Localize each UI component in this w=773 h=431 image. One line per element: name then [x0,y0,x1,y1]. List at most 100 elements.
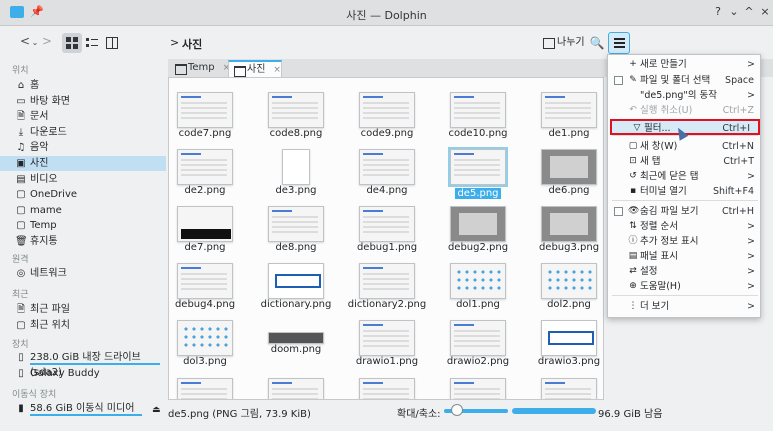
file-item[interactable]: dol1.png [433,263,523,310]
file-item[interactable]: debug2.png [433,206,523,253]
menu-item-12[interactable]: ▤ 패널 표시 > [608,249,762,264]
file-item[interactable]: de8.png [251,206,341,253]
menu-item-10[interactable]: ⇅ 정렬 순서 > [608,219,762,234]
menu-item-label: 새 창(W) [640,141,678,152]
menu-item-8[interactable]: ▪ 터미널 열기 Shift+F4 [608,184,762,199]
menu-item-6[interactable]: ⊡ 새 탭 Ctrl+T [608,154,762,169]
split-button[interactable]: 나누기 [541,34,585,52]
file-item[interactable] [169,378,250,399]
sidebar-item-places-0[interactable]: ⌂ 홈 [0,78,166,93]
menu-item-2[interactable]: "de5.png"의 동작 > [608,88,762,103]
menu-item-5[interactable]: ▢ 새 창(W) Ctrl+N [608,139,762,154]
file-item[interactable]: de1.png [524,92,603,139]
sidebar-item-places-8[interactable]: ▢ mame [0,203,166,218]
sidebar-item-recent-0[interactable]: 🗎 최근 파일 [0,302,166,317]
sidebar-item-removable-0[interactable]: ▮ 58.6 GiB 이동식 미디어 [0,401,166,416]
file-item[interactable]: dictionary2.png [342,263,432,310]
file-thumbnail [450,263,506,299]
file-item[interactable]: de4.png [342,149,432,196]
zoom-label: 확대/축소: [397,409,441,420]
menu-item-15[interactable]: ⋮ 더 보기 > [608,299,762,314]
sidebar-section-recent[interactable]: 최근 [12,287,29,300]
file-item[interactable]: dol2.png [524,263,603,310]
menu-item-13[interactable]: ⇄ 설정 > [608,264,762,279]
sidebar-item-places-9[interactable]: ▢ Temp [0,218,166,233]
sidebar-item-devices-1[interactable]: ▯ Galaxy Buddy [0,366,166,381]
file-name: debug4.png [174,299,236,310]
file-name: debug2.png [447,242,509,253]
file-item[interactable] [342,378,432,399]
file-item[interactable]: code7.png [169,92,250,139]
file-item[interactable]: dol3.png [169,320,250,367]
menu-item-icon: ⊡ [629,156,637,166]
file-item[interactable]: code8.png [251,92,341,139]
sidebar-item-places-7[interactable]: ▢ OneDrive [0,187,166,202]
sidebar-section-devices[interactable]: 장치 [12,337,29,350]
menu-item-9[interactable]: 👁 숨김 파일 보기 Ctrl+H [608,204,762,219]
file-item[interactable]: code9.png [342,92,432,139]
menu-item-3[interactable]: ↶ 실행 취소(U) Ctrl+Z [608,103,762,118]
shade-button[interactable]: ⌄ [726,5,742,18]
file-thumbnail [450,378,506,399]
search-button[interactable]: 🔍 [587,33,607,53]
file-item[interactable] [433,378,523,399]
file-item[interactable]: drawio1.png [342,320,432,367]
menu-item-label: 설정 [640,266,658,277]
sidebar-item-places-3[interactable]: ⤓ 다운로드 [0,125,166,140]
close-button[interactable]: × [757,5,773,18]
breadcrumb-chevron-icon[interactable]: > [170,36,179,49]
icons-view-button[interactable] [62,33,82,53]
tab-photos[interactable]: 사진 × [228,60,282,77]
checkbox-icon[interactable] [614,207,623,216]
file-view[interactable]: code7.png code8.png code9.png code10.png de1… [168,77,604,400]
sidebar-item-remote-0[interactable]: ◎ 네트워크 [0,266,166,281]
menu-item-0[interactable]: + 새로 만들기 > [608,57,762,72]
file-name: doom.png [270,344,322,355]
hamburger-menu-button[interactable] [608,32,630,54]
details-view-button[interactable] [82,33,102,53]
compact-view-button[interactable] [102,33,122,53]
file-item[interactable]: de2.png [169,149,250,196]
file-item[interactable]: drawio2.png [433,320,523,367]
file-item[interactable]: debug3.png [524,206,603,253]
file-thumbnail [541,263,597,299]
file-name: code8.png [269,128,323,139]
help-button[interactable]: ? [710,5,726,18]
file-item[interactable]: debug1.png [342,206,432,253]
sidebar-item-places-5[interactable]: ▣ 사진 [0,156,166,171]
file-item[interactable]: de5.png [433,147,523,199]
close-tab-icon[interactable]: × [273,65,281,75]
file-item[interactable]: de3.png [251,149,341,196]
file-item[interactable]: drawio3.png [524,320,603,367]
back-history-icon[interactable]: ⌄ [30,38,40,56]
menu-item-11[interactable]: ⓘ 추가 정보 표시 > [608,234,762,249]
file-item[interactable]: doom.png [251,320,341,355]
sidebar-section-removable[interactable]: 이동식 장치 [12,387,56,400]
forward-button[interactable]: > [40,34,54,52]
file-item[interactable]: dictionary.png [251,263,341,310]
sidebar-item-devices-0[interactable]: ▯ 238.0 GiB 내장 드라이브(sda2) [0,350,166,378]
sidebar-item-places-4[interactable]: ♫ 음악 [0,140,166,155]
tab-temp[interactable]: Temp × [170,60,230,77]
file-item[interactable]: debug4.png [169,263,250,310]
sidebar-item-places-10[interactable]: 🗑 휴지통 [0,234,166,249]
file-item[interactable]: de6.png [524,149,603,196]
sidebar-item-places-2[interactable]: 🗎 문서 [0,109,166,124]
sidebar-item-places-6[interactable]: ▤ 비디오 [0,172,166,187]
sidebar-item-places-1[interactable]: ▭ 바탕 화면 [0,94,166,109]
file-item[interactable] [251,378,341,399]
sidebar-item-recent-1[interactable]: ▢ 최근 위치 [0,318,166,333]
sidebar-section-places[interactable]: 위치 [12,63,29,76]
menu-item-1[interactable]: ✎ 파일 및 폴더 선택 Space [608,73,762,88]
file-item[interactable]: de7.png [169,206,250,253]
menu-item-7[interactable]: ↺ 최근에 닫은 탭 > [608,169,762,184]
breadcrumb[interactable]: 사진 [182,36,202,52]
maximize-button[interactable]: ^ [741,5,757,18]
zoom-slider-handle[interactable] [450,404,463,416]
checkbox-icon[interactable] [614,76,623,85]
file-item[interactable] [524,378,603,399]
menu-item-14[interactable]: ⊕ 도움말(H) > [608,279,762,294]
file-item[interactable]: code10.png [433,92,523,139]
eject-icon[interactable]: ⏏ [152,405,161,415]
sidebar-section-remote[interactable]: 원격 [12,252,29,265]
